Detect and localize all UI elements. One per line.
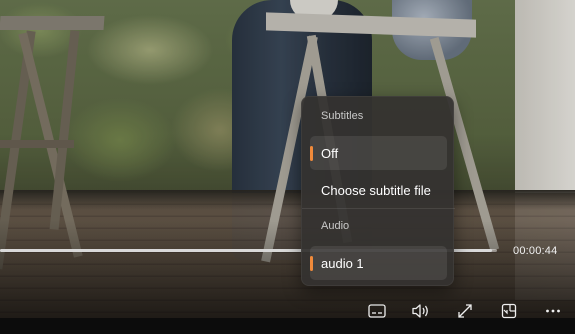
miniplayer-button[interactable] xyxy=(496,300,522,322)
selected-indicator xyxy=(310,256,313,271)
subtitle-option-choose-file[interactable]: Choose subtitle file xyxy=(310,173,447,207)
volume-button[interactable] xyxy=(408,300,434,322)
subtitles-audio-menu: Subtitles Off Choose subtitle file Audio… xyxy=(301,96,455,286)
subtitles-icon xyxy=(368,304,386,318)
menu-item-label: Choose subtitle file xyxy=(321,182,431,198)
video-frame[interactable] xyxy=(0,0,575,334)
menu-divider xyxy=(302,208,455,209)
fullscreen-button[interactable] xyxy=(452,300,478,322)
subtitles-button[interactable] xyxy=(364,300,390,322)
menu-item-label: audio 1 xyxy=(321,255,364,271)
more-icon xyxy=(546,309,560,313)
miniplayer-icon xyxy=(501,303,517,319)
current-time: 00:00:44 xyxy=(513,245,558,257)
audio-heading: Audio xyxy=(321,220,350,232)
audio-option-1[interactable]: audio 1 xyxy=(310,246,447,280)
selected-indicator xyxy=(310,146,313,161)
menu-item-label: Off xyxy=(321,145,339,161)
more-button[interactable] xyxy=(540,300,566,322)
fullscreen-icon xyxy=(458,304,472,318)
subtitle-option-off[interactable]: Off xyxy=(310,136,447,170)
subtitles-heading: Subtitles xyxy=(321,110,364,122)
volume-icon xyxy=(412,304,428,318)
